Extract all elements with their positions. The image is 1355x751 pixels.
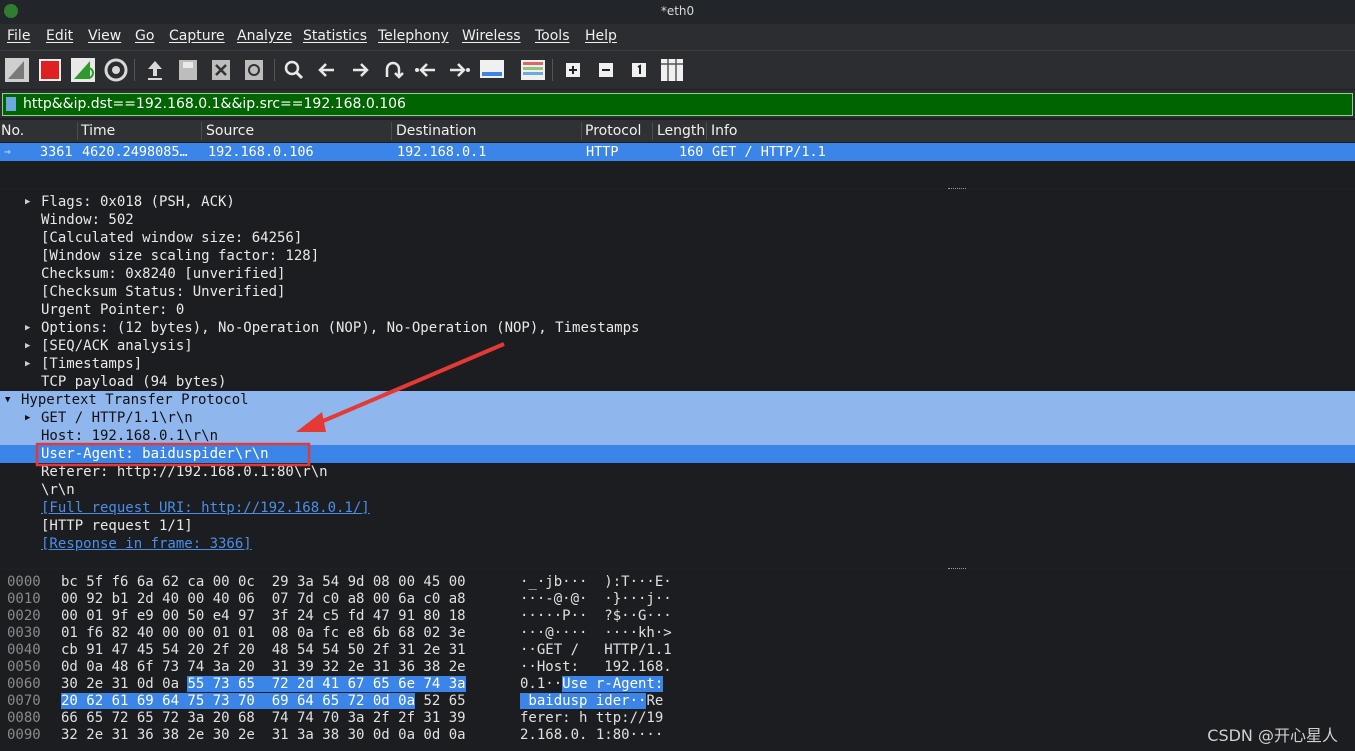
packet-info: GET / HTTP/1.1 [712, 144, 826, 160]
column-header-no[interactable]: No. [1, 123, 24, 139]
column-header-protocol[interactable]: Protocol [585, 123, 641, 139]
menu-go[interactable]: Go [135, 28, 154, 44]
close-file-icon[interactable] [208, 57, 234, 83]
colorize-icon[interactable] [520, 57, 546, 83]
main-toolbar [0, 51, 1355, 89]
shark-fin-start-icon[interactable] [4, 57, 30, 83]
hex-row[interactable]: 0020 00 01 9f e9 00 50 e4 97 3f 24 c5 fd … [0, 608, 1355, 625]
hex-row[interactable]: 0090 32 2e 31 36 38 2e 30 2e 31 3a 38 30 … [0, 727, 1355, 744]
detail-response-link[interactable]: [Response in frame: 3366] [0, 535, 1355, 553]
detail-flags[interactable]: ▶ Flags: 0x018 (PSH, ACK) [0, 193, 1355, 211]
hex-row-highlighted[interactable]: 0070 20 62 61 69 64 75 73 70 69 64 65 72 … [0, 693, 1355, 710]
menu-edit[interactable]: Edit [46, 28, 73, 44]
open-file-icon[interactable] [142, 57, 168, 83]
go-to-packet-icon[interactable] [380, 57, 406, 83]
packet-bytes-pane: 0000 bc 5f f6 6a 62 ca 00 0c 29 3a 54 9d … [0, 570, 1355, 751]
menu-telephony[interactable]: Telephony [378, 28, 449, 44]
reload-file-icon[interactable] [241, 57, 267, 83]
menu-wireless[interactable]: Wireless [462, 28, 521, 44]
menu-capture[interactable]: Capture [169, 28, 225, 44]
detail-window[interactable]: Window: 502 [0, 211, 1355, 229]
menu-file[interactable]: File [7, 28, 30, 44]
detail-urgent-pointer[interactable]: Urgent Pointer: 0 [0, 301, 1355, 319]
save-file-icon[interactable] [175, 57, 201, 83]
column-header-time[interactable]: Time [81, 123, 115, 139]
auto-scroll-icon[interactable] [479, 57, 505, 83]
detail-scaling[interactable]: [Window size scaling factor: 128] [0, 247, 1355, 265]
zoom-in-icon[interactable] [560, 57, 586, 83]
column-header-info[interactable]: Info [711, 123, 738, 139]
detail-http-crlf[interactable]: \r\n [0, 481, 1355, 499]
expand-arrow-icon[interactable]: ▶ [25, 193, 30, 211]
detail-http-get[interactable]: ▶ GET / HTTP/1.1\r\n [0, 409, 1355, 427]
detail-http-header[interactable]: ▼ Hypertext Transfer Protocol [0, 391, 1355, 409]
expand-arrow-icon[interactable]: ▶ [25, 409, 30, 427]
previous-packet-icon[interactable] [413, 57, 439, 83]
detail-calc-window[interactable]: [Calculated window size: 64256] [0, 229, 1355, 247]
packet-details-pane: ▶ Flags: 0x018 (PSH, ACK) Window: 502 [Ca… [0, 190, 1355, 569]
menu-bar: File Edit View Go Capture Analyze Statis… [0, 24, 1355, 51]
hex-row[interactable]: 0050 0d 0a 48 6f 73 74 3a 20 31 39 32 2e … [0, 659, 1355, 676]
display-filter-text: http&&ip.dst==192.168.0.1&&ip.src==192.1… [23, 96, 406, 112]
zoom-out-icon[interactable] [593, 57, 619, 83]
collapse-arrow-icon[interactable]: ▼ [5, 391, 10, 409]
detail-http-request[interactable]: [HTTP request 1/1] [0, 517, 1355, 535]
packet-time: 4620.2498085… [82, 144, 188, 160]
normal-size-icon[interactable] [626, 57, 652, 83]
menu-tools[interactable]: Tools [535, 28, 570, 44]
column-header-source[interactable]: Source [206, 123, 254, 139]
detail-checksum[interactable]: Checksum: 0x8240 [unverified] [0, 265, 1355, 283]
hex-row[interactable]: 0040 cb 91 47 45 54 20 2f 20 48 54 54 50 … [0, 642, 1355, 659]
expand-arrow-icon[interactable]: ▶ [25, 355, 30, 373]
hex-row[interactable]: 0010 00 92 b1 2d 40 00 40 06 07 7d c0 a8 … [0, 591, 1355, 608]
packet-row[interactable]: → 3361 4620.2498085… 192.168.0.106 192.1… [0, 143, 1355, 161]
hex-row[interactable]: 0080 66 65 72 65 72 3a 20 68 74 74 70 3a … [0, 710, 1355, 727]
expand-arrow-icon[interactable]: ▶ [25, 319, 30, 337]
detail-http-user-agent[interactable]: User-Agent: baiduspider\r\n [0, 445, 1355, 463]
detail-options[interactable]: ▶ Options: (12 bytes), No-Operation (NOP)… [0, 319, 1355, 337]
detail-full-uri-link[interactable]: [Full request URI: http://192.168.0.1/] [0, 499, 1355, 517]
capture-options-icon[interactable] [103, 57, 129, 83]
display-filter-input[interactable]: http&&ip.dst==192.168.0.1&&ip.src==192.1… [2, 93, 1353, 116]
stop-capture-icon[interactable] [37, 57, 63, 83]
window-title: *eth0 [660, 4, 695, 18]
detail-timestamps[interactable]: ▶ [Timestamps] [0, 355, 1355, 373]
title-bar: *eth0 [0, 0, 1355, 24]
packet-protocol: HTTP [586, 144, 619, 160]
bookmark-icon[interactable] [6, 97, 16, 111]
detail-checksum-status[interactable]: [Checksum Status: Unverified] [0, 283, 1355, 301]
menu-view[interactable]: View [88, 28, 121, 44]
packet-list-pane: No. Time Source Destination Protocol Len… [0, 120, 1355, 189]
menu-analyze[interactable]: Analyze [237, 28, 292, 44]
go-back-icon[interactable] [314, 57, 340, 83]
menu-statistics[interactable]: Statistics [303, 28, 367, 44]
expand-arrow-icon[interactable]: ▶ [25, 337, 30, 355]
packet-destination: 192.168.0.1 [397, 144, 487, 160]
resize-columns-icon[interactable] [659, 57, 685, 83]
hex-row[interactable]: 0030 01 f6 82 40 00 00 01 01 08 0a fc e8 … [0, 625, 1355, 642]
packet-list-header: No. Time Source Destination Protocol Len… [0, 120, 1355, 142]
packet-source: 192.168.0.106 [208, 144, 314, 160]
detail-seq-ack[interactable]: ▶ [SEQ/ACK analysis] [0, 337, 1355, 355]
hex-row[interactable]: 0000 bc 5f f6 6a 62 ca 00 0c 29 3a 54 9d … [0, 574, 1355, 591]
restart-capture-icon[interactable] [70, 57, 96, 83]
column-header-destination[interactable]: Destination [396, 123, 476, 139]
related-packet-icon: → [4, 145, 11, 158]
menu-help[interactable]: Help [585, 28, 617, 44]
packet-length: 160 [679, 144, 704, 160]
packet-no: 3361 [40, 144, 73, 160]
next-packet-icon[interactable] [446, 57, 472, 83]
find-packet-icon[interactable] [281, 57, 307, 83]
watermark-text: CSDN @开心星人 [1207, 726, 1338, 745]
display-filter-bar: http&&ip.dst==192.168.0.1&&ip.src==192.1… [0, 90, 1355, 118]
go-forward-icon[interactable] [347, 57, 373, 83]
detail-tcp-payload[interactable]: TCP payload (94 bytes) [0, 373, 1355, 391]
hex-row-highlighted[interactable]: 0060 30 2e 31 0d 0a 55 73 65 72 2d 41 67 … [0, 676, 1355, 693]
detail-http-host[interactable]: Host: 192.168.0.1\r\n [0, 427, 1355, 445]
column-header-length[interactable]: Length [657, 123, 705, 139]
detail-http-referer[interactable]: Referer: http://192.168.0.1:80\r\n [0, 463, 1355, 481]
